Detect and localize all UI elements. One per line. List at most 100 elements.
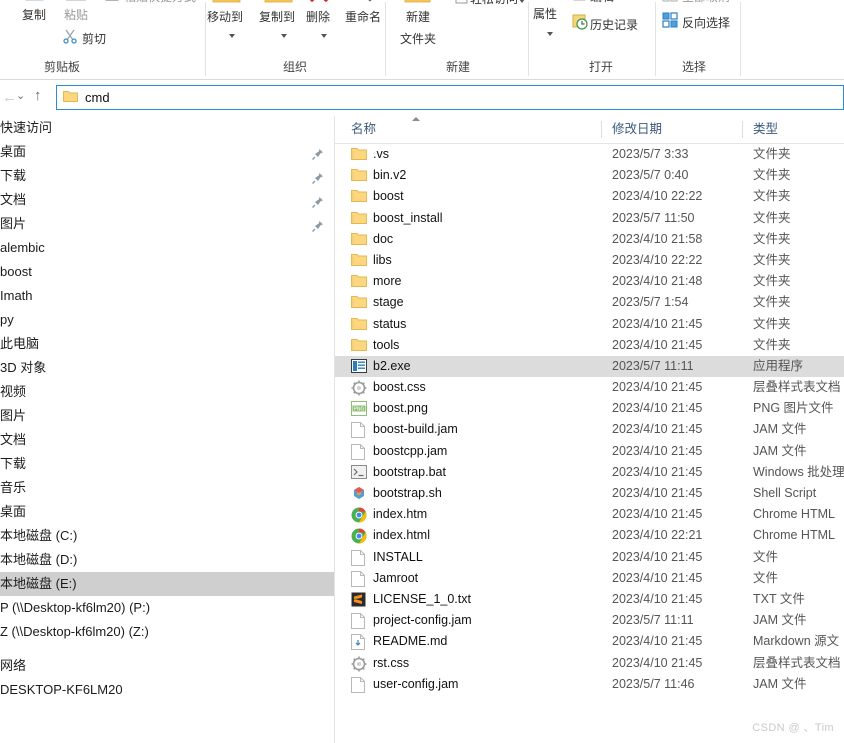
sidebar-item-label: boost — [0, 264, 32, 279]
file-row[interactable]: status 2023/4/10 21:45 文件夹 — [335, 314, 844, 335]
file-row[interactable]: stage 2023/5/7 1:54 文件夹 — [335, 292, 844, 313]
file-row[interactable]: user-config.jam 2023/5/7 11:46 JAM 文件 — [335, 674, 844, 695]
sidebar-item[interactable]: 桌面 — [0, 140, 334, 164]
file-name: status — [373, 316, 407, 331]
sidebar-item[interactable]: alembic — [0, 236, 334, 260]
pin-icon[interactable] — [311, 169, 324, 184]
file-type: 文件夹 — [753, 316, 791, 331]
column-separator[interactable] — [601, 121, 602, 138]
address-bar: ← ⌄ ↑ cmd — [0, 80, 844, 116]
sidebar-item[interactable]: py — [0, 308, 334, 332]
new-label[interactable]: 新建 — [406, 8, 430, 25]
sidebar-item[interactable]: 下载 — [0, 164, 334, 188]
move-to-caret-icon[interactable] — [229, 28, 235, 42]
invert-selection-label[interactable]: 反向选择 — [682, 14, 730, 31]
file-row[interactable]: README.md 2023/4/10 21:45 Markdown 源文 — [335, 631, 844, 652]
file-row[interactable]: bootstrap.sh 2023/4/10 21:45 Shell Script — [335, 483, 844, 504]
file-row[interactable]: bin.v2 2023/5/7 0:40 文件夹 — [335, 165, 844, 186]
address-text: cmd — [85, 90, 110, 105]
file-row[interactable]: PNG boost.png 2023/4/10 21:45 PNG 图片文件 — [335, 398, 844, 419]
back-arrow-icon[interactable]: ← — [2, 89, 17, 106]
move-to-label[interactable]: 移动到 — [207, 8, 243, 25]
chrome-icon — [351, 507, 367, 523]
sidebar-item[interactable]: 文档 — [0, 188, 334, 212]
file-row[interactable]: bootstrap.bat 2023/4/10 21:45 Windows 批处理 — [335, 462, 844, 483]
column-header-type[interactable]: 类型 — [753, 116, 778, 143]
file-type: 文件夹 — [753, 210, 791, 225]
sidebar-item[interactable]: 此电脑 — [0, 332, 334, 356]
file-row[interactable]: b2.exe 2023/5/7 11:11 应用程序 — [335, 355, 844, 378]
paste-label[interactable]: 粘贴 — [64, 6, 88, 23]
sidebar-item[interactable]: 快速访问 — [0, 116, 334, 140]
pin-icon[interactable] — [311, 217, 324, 232]
delete-label[interactable]: 删除 — [306, 8, 330, 25]
file-row[interactable]: boost-build.jam 2023/4/10 21:45 JAM 文件 — [335, 419, 844, 440]
file-row[interactable]: boostcpp.jam 2023/4/10 21:45 JAM 文件 — [335, 441, 844, 462]
file-row[interactable]: boost_install 2023/5/7 11:50 文件夹 — [335, 208, 844, 229]
new-folder-label[interactable]: 文件夹 — [400, 30, 436, 47]
file-row[interactable]: more 2023/4/10 21:48 文件夹 — [335, 271, 844, 292]
file-row[interactable]: tools 2023/4/10 21:45 文件夹 — [335, 335, 844, 356]
sidebar-item[interactable]: 本地磁盘 (D:) — [0, 548, 334, 572]
file-row[interactable]: boost.css 2023/4/10 21:45 层叠样式表文档 — [335, 377, 844, 398]
file-row[interactable]: Jamroot 2023/4/10 21:45 文件 — [335, 568, 844, 589]
sidebar-item[interactable]: boost — [0, 260, 334, 284]
cut-label[interactable]: 剪切 — [82, 30, 106, 47]
chevron-down-icon[interactable]: ⌄ — [16, 89, 25, 102]
easy-access-label[interactable]: 轻松访问 — [470, 0, 518, 7]
png-icon: PNG — [351, 401, 367, 417]
folder-icon — [351, 232, 367, 248]
file-row[interactable]: INSTALL 2023/4/10 21:45 文件 — [335, 547, 844, 568]
sidebar-item[interactable]: 网络 — [0, 654, 334, 678]
file-row[interactable]: project-config.jam 2023/5/7 11:11 JAM 文件 — [335, 610, 844, 631]
file-date-modified: 2023/4/10 21:45 — [612, 507, 703, 522]
properties-label[interactable]: 属性 — [533, 5, 557, 22]
file-row[interactable]: index.html 2023/4/10 22:21 Chrome HTML — [335, 525, 844, 546]
sidebar-item[interactable]: 桌面 — [0, 500, 334, 524]
up-arrow-icon[interactable]: ↑ — [34, 87, 42, 104]
history-label[interactable]: 历史记录 — [590, 16, 638, 33]
easy-access-caret-icon[interactable] — [519, 0, 525, 7]
file-row[interactable]: rst.css 2023/4/10 21:45 层叠样式表文档 — [335, 653, 844, 674]
sidebar-item[interactable]: 3D 对象 — [0, 356, 334, 380]
file-row[interactable]: doc 2023/4/10 21:58 文件夹 — [335, 229, 844, 250]
column-separator[interactable] — [742, 121, 743, 138]
sidebar-item[interactable]: P (\\Desktop-kf6lm20) (P:) — [0, 596, 334, 620]
file-row[interactable]: index.htm 2023/4/10 21:45 Chrome HTML — [335, 504, 844, 525]
sidebar-item[interactable]: 文档 — [0, 428, 334, 452]
sidebar-item[interactable]: 视频 — [0, 380, 334, 404]
sidebar-item[interactable]: 音乐 — [0, 476, 334, 500]
sidebar-item[interactable]: 本地磁盘 (E:) — [0, 572, 334, 596]
sidebar-item[interactable]: 本地磁盘 (C:) — [0, 524, 334, 548]
file-type: 文件夹 — [753, 295, 791, 310]
pin-icon[interactable] — [311, 145, 324, 160]
address-input[interactable]: cmd — [56, 85, 844, 110]
sidebar-item-label: 3D 对象 — [0, 360, 47, 375]
copy-to-caret-icon[interactable] — [281, 28, 287, 42]
column-header-date[interactable]: 修改日期 — [612, 116, 662, 143]
file-row[interactable]: .vs 2023/5/7 3:33 文件夹 — [335, 144, 844, 165]
file-name: tools — [373, 337, 400, 352]
deselect-all-label[interactable]: 全部取消 — [682, 0, 730, 5]
delete-caret-icon[interactable] — [321, 28, 327, 42]
copy-label[interactable]: 复制 — [22, 6, 46, 23]
sidebar-item[interactable]: 下载 — [0, 452, 334, 476]
sidebar-item[interactable]: Imath — [0, 284, 334, 308]
file-row[interactable]: libs 2023/4/10 22:22 文件夹 — [335, 250, 844, 271]
properties-caret-icon[interactable] — [547, 26, 553, 40]
folder-icon — [351, 338, 367, 354]
column-header-name[interactable]: 名称 — [351, 116, 376, 143]
edit-label[interactable]: 编辑 — [590, 0, 614, 5]
sidebar-item-label: DESKTOP-KF6LM20 — [0, 682, 123, 697]
sidebar-item[interactable]: 图片 — [0, 404, 334, 428]
file-row[interactable]: boost 2023/4/10 22:22 文件夹 — [335, 186, 844, 207]
file-row[interactable]: LICENSE_1_0.txt 2023/4/10 21:45 TXT 文件 — [335, 589, 844, 610]
copy-to-label[interactable]: 复制到 — [259, 8, 295, 25]
sidebar-item[interactable]: Z (\\Desktop-kf6lm20) (Z:) — [0, 620, 334, 644]
sidebar-item[interactable]: DESKTOP-KF6LM20 — [0, 678, 334, 702]
file-type: 文件夹 — [753, 337, 791, 352]
pin-icon[interactable] — [311, 193, 324, 208]
sidebar-item[interactable]: 图片 — [0, 212, 334, 236]
paste-shortcut-label[interactable]: 粘贴快捷方式 — [124, 0, 196, 5]
rename-label[interactable]: 重命名 — [345, 8, 381, 25]
